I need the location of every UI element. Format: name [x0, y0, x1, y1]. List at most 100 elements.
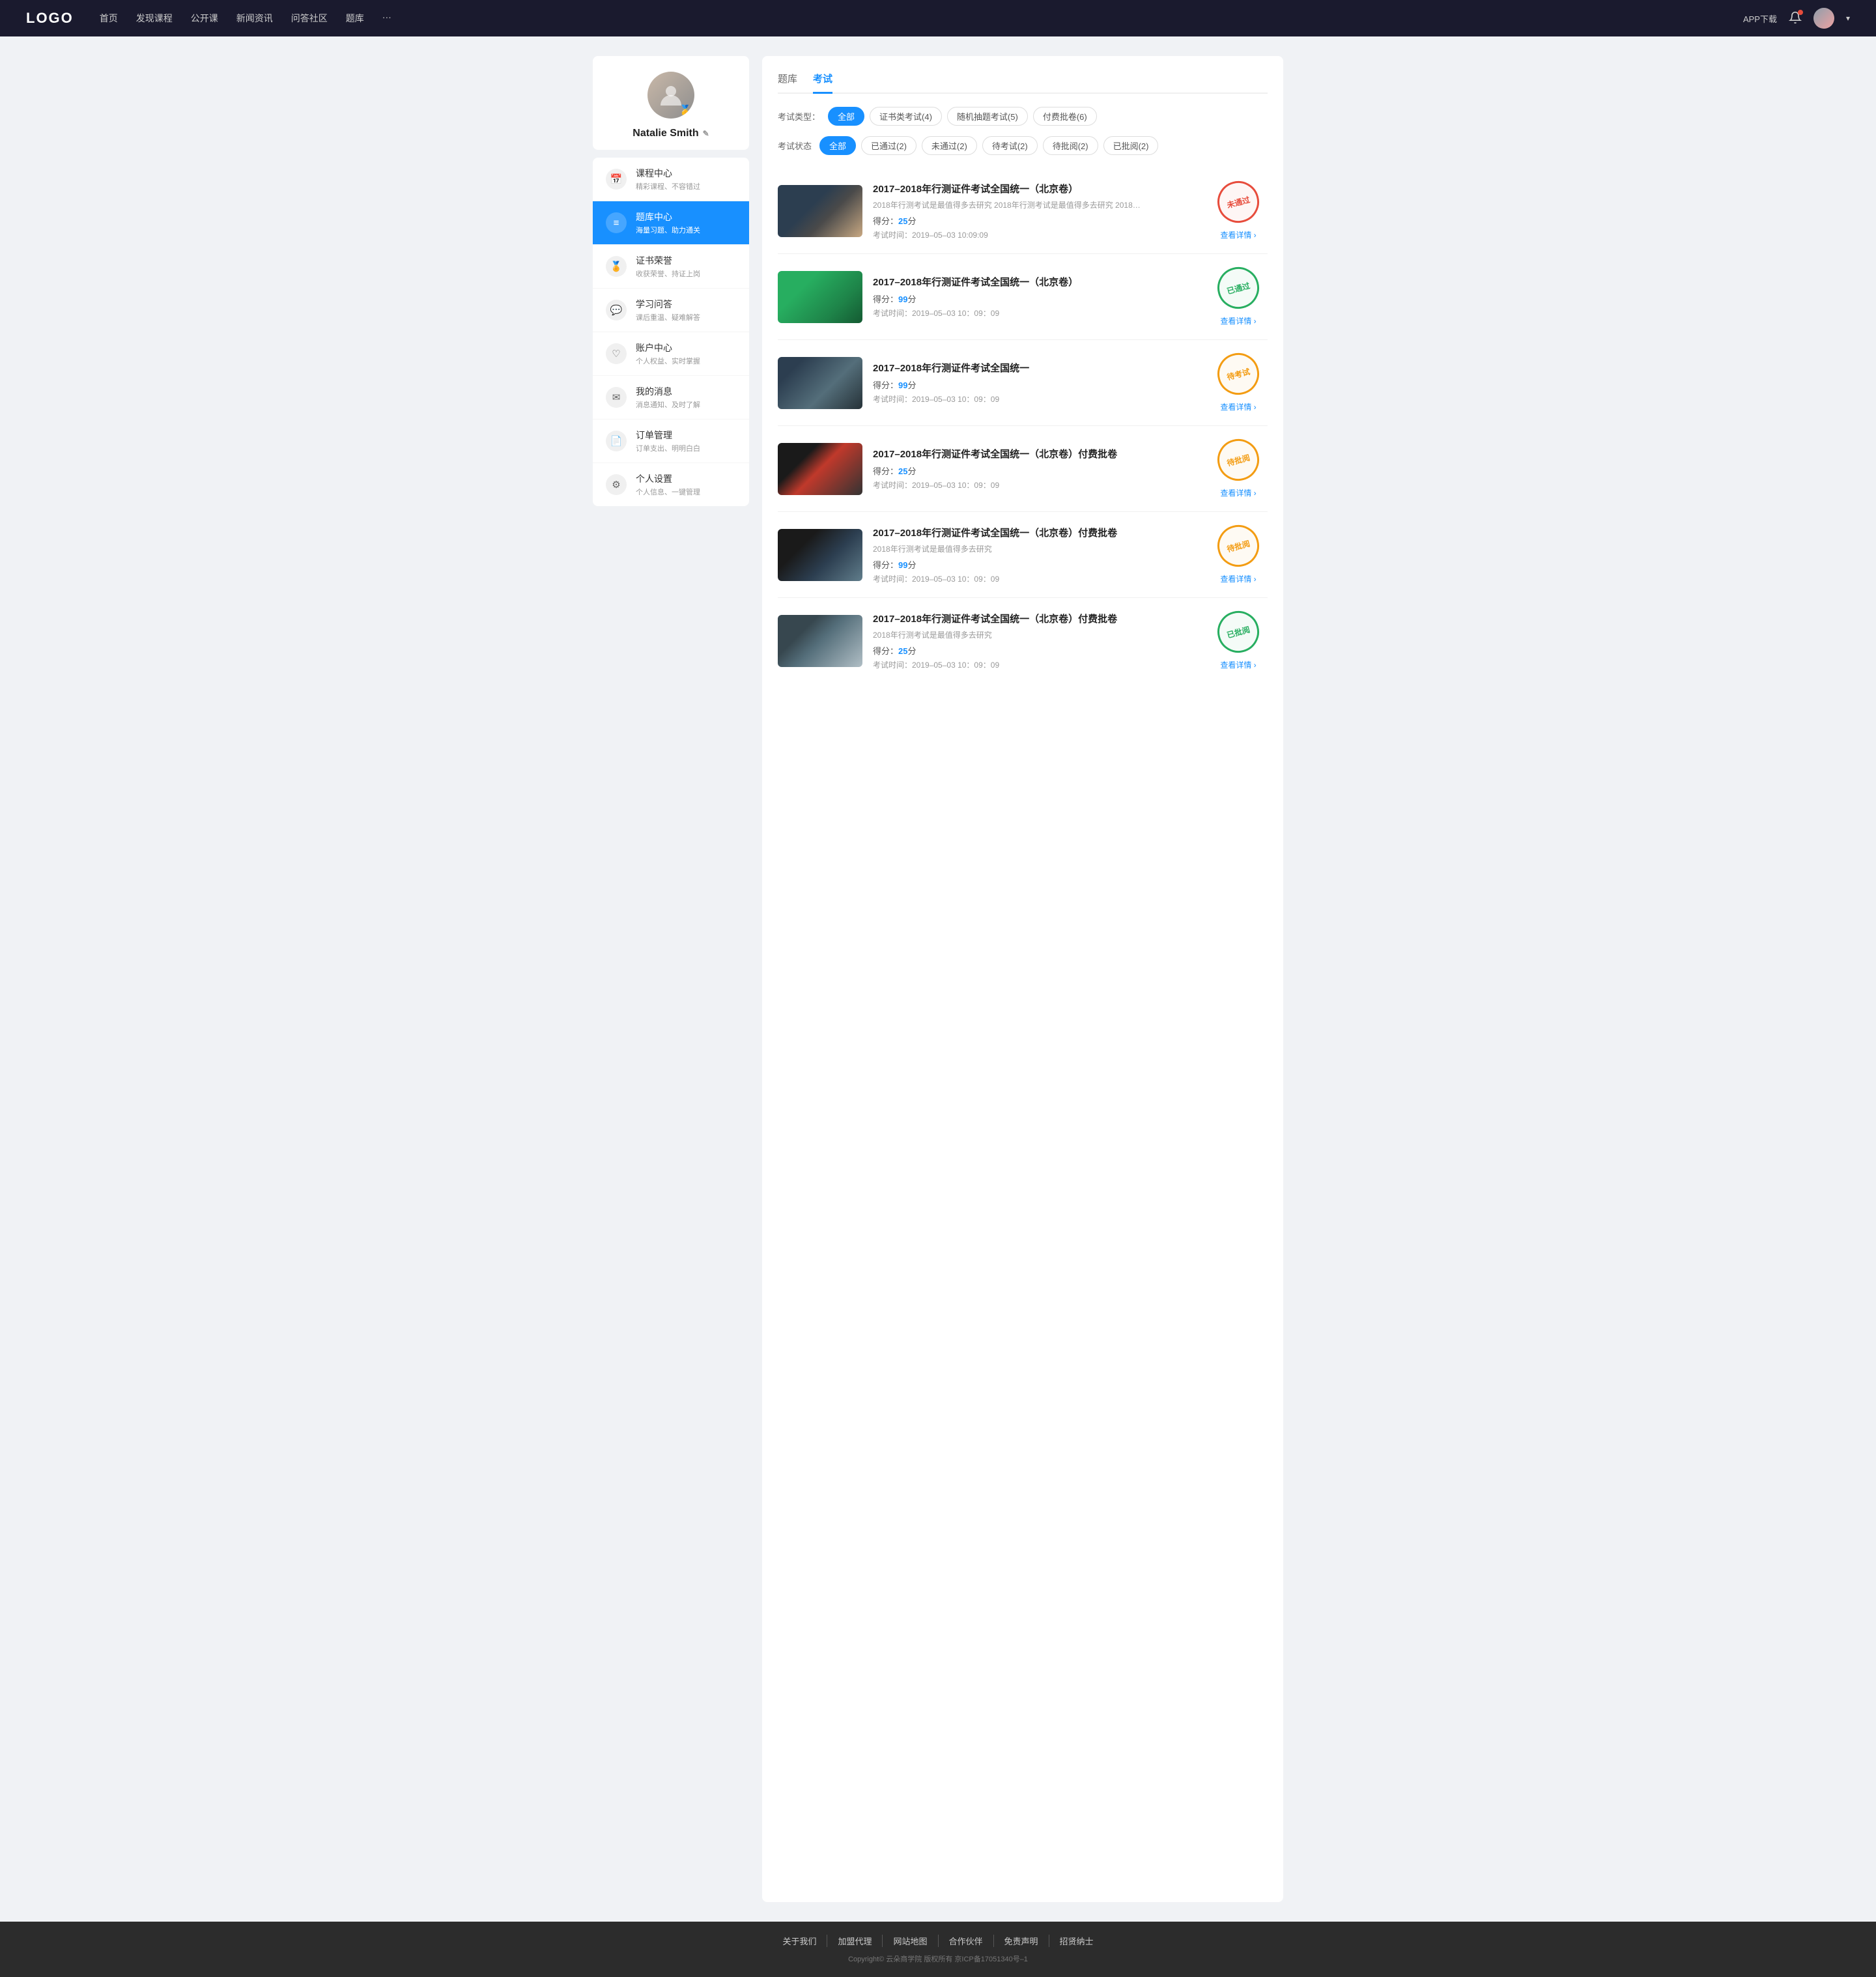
- status-filter-btn[interactable]: 全部: [819, 136, 856, 155]
- course-subtitle: 精彩课程、不容错过: [636, 181, 700, 192]
- sidebar-item-message[interactable]: ✉ 我的消息 消息通知、及时了解: [593, 376, 749, 420]
- nav-link[interactable]: 题库: [346, 12, 364, 25]
- exam-title: 2017–2018年行测证件考试全国统一（北京卷）付费批卷: [873, 447, 1199, 461]
- exam-title: 2017–2018年行测证件考试全国统一（北京卷）付费批卷: [873, 526, 1199, 539]
- sidebar-item-settings[interactable]: ⚙ 个人设置 个人信息、一键管理: [593, 463, 749, 506]
- footer-link[interactable]: 网站地图: [883, 1935, 938, 1947]
- status-filter-btn[interactable]: 已批阅(2): [1103, 136, 1159, 155]
- exam-thumb: [778, 443, 862, 495]
- sidebar-profile: 🥇 Natalie Smith ✎: [593, 56, 749, 150]
- view-detail-link[interactable]: 查看详情: [1220, 401, 1256, 412]
- footer-link[interactable]: 招贤纳士: [1049, 1935, 1104, 1947]
- status-filter-btn[interactable]: 待批阅(2): [1043, 136, 1098, 155]
- sidebar-menu: 📅 课程中心 精彩课程、不容错过 ≡ 题库中心 海量习题、助力通关 🏅 证书荣誉…: [593, 158, 749, 506]
- type-filter-row: 考试类型： 全部证书类考试(4)随机抽题考试(5)付费批卷(6): [778, 107, 1268, 126]
- exam-item: 2017–2018年行测证件考试全国统一（北京卷）付费批卷 2018年行测考试是…: [778, 598, 1268, 683]
- exam-desc: 2018年行测考试是最值得多去研究: [873, 543, 1146, 554]
- qa-texts: 学习问答 课后重温、疑难解答: [636, 298, 700, 322]
- message-texts: 我的消息 消息通知、及时了解: [636, 385, 700, 410]
- exam-time: 考试时间：2019–05–03 10：09：09: [873, 479, 1199, 491]
- settings-icon: ⚙: [606, 474, 627, 495]
- message-subtitle: 消息通知、及时了解: [636, 399, 700, 410]
- sidebar-item-cert[interactable]: 🏅 证书荣誉 收获荣誉、持证上岗: [593, 245, 749, 289]
- tab-题库[interactable]: 题库: [778, 72, 797, 94]
- footer-link[interactable]: 关于我们: [772, 1935, 827, 1947]
- status-stamp: 已批阅: [1213, 606, 1264, 657]
- exam-score: 得分：25分: [873, 464, 1199, 477]
- status-filter-btn[interactable]: 未通过(2): [922, 136, 977, 155]
- status-stamp: 已通过: [1213, 263, 1264, 313]
- exam-time: 考试时间：2019–05–03 10：09：09: [873, 573, 1199, 584]
- settings-subtitle: 个人信息、一键管理: [636, 487, 700, 497]
- type-filter-btn[interactable]: 全部: [828, 107, 864, 126]
- exam-item: 2017–2018年行测证件考试全国统一（北京卷）付费批卷 得分：25分 考试时…: [778, 426, 1268, 512]
- question-title: 题库中心: [636, 210, 700, 223]
- exam-info: 2017–2018年行测证件考试全国统一 得分：99分 考试时间：2019–05…: [873, 361, 1199, 405]
- message-icon: ✉: [606, 387, 627, 408]
- exam-title: 2017–2018年行测证件考试全国统一（北京卷）: [873, 182, 1199, 195]
- nav-link[interactable]: 公开课: [191, 12, 218, 25]
- sidebar-item-qa[interactable]: 💬 学习问答 课后重温、疑难解答: [593, 289, 749, 332]
- order-texts: 订单管理 订单支出、明明白白: [636, 429, 700, 453]
- view-detail-link[interactable]: 查看详情: [1220, 659, 1256, 670]
- nav-links: 首页 发现课程 公开课 新闻资讯 问答社区 题库 ···: [100, 12, 1743, 25]
- exam-score: 得分：99分: [873, 292, 1199, 305]
- footer: 关于我们加盟代理网站地图合作伙伴免责声明招贤纳士 Copyright© 云朵商学…: [0, 1922, 1876, 1977]
- sidebar-item-course[interactable]: 📅 课程中心 精彩课程、不容错过: [593, 158, 749, 201]
- view-detail-link[interactable]: 查看详情: [1220, 487, 1256, 498]
- type-filter-btn[interactable]: 付费批卷(6): [1033, 107, 1097, 126]
- avatar-nav[interactable]: [1813, 8, 1834, 29]
- type-filter-btn[interactable]: 证书类考试(4): [870, 107, 942, 126]
- tab-考试[interactable]: 考试: [813, 72, 832, 94]
- exam-action: 未通过 查看详情: [1209, 181, 1268, 240]
- nav-link[interactable]: 问答社区: [291, 12, 328, 25]
- cert-subtitle: 收获荣誉、持证上岗: [636, 268, 700, 279]
- exam-score-value: 25: [898, 646, 907, 656]
- exam-score: 得分：99分: [873, 378, 1199, 391]
- exam-title: 2017–2018年行测证件考试全国统一: [873, 361, 1199, 375]
- qa-title: 学习问答: [636, 298, 700, 311]
- nav-link[interactable]: 发现课程: [136, 12, 173, 25]
- sidebar-item-question[interactable]: ≡ 题库中心 海量习题、助力通关: [593, 201, 749, 245]
- course-texts: 课程中心 精彩课程、不容错过: [636, 167, 700, 192]
- footer-link[interactable]: 免责声明: [994, 1935, 1049, 1947]
- status-filter-row: 考试状态 全部已通过(2) 未通过(2) 待考试(2) 待批阅(2) 已批阅(2): [778, 136, 1268, 155]
- exam-desc: 2018年行测考试是最值得多去研究 2018年行测考试是最值得多去研究 2018…: [873, 199, 1146, 210]
- view-detail-link[interactable]: 查看详情: [1220, 315, 1256, 326]
- edit-icon[interactable]: ✎: [703, 129, 709, 138]
- exam-action: 待批阅 查看详情: [1209, 525, 1268, 584]
- nav-link[interactable]: 新闻资讯: [236, 12, 273, 25]
- nav-link[interactable]: ···: [382, 12, 391, 25]
- exam-info: 2017–2018年行测证件考试全国统一（北京卷） 2018年行测考试是最值得多…: [873, 182, 1199, 240]
- view-detail-link[interactable]: 查看详情: [1220, 573, 1256, 584]
- view-detail-link[interactable]: 查看详情: [1220, 229, 1256, 240]
- status-stamp: 待批阅: [1213, 520, 1264, 571]
- exam-info: 2017–2018年行测证件考试全国统一（北京卷）付费批卷 得分：25分 考试时…: [873, 447, 1199, 491]
- chevron-down-icon[interactable]: ▾: [1846, 14, 1850, 23]
- status-filter-btn[interactable]: 已通过(2): [861, 136, 917, 155]
- type-filter-btn[interactable]: 随机抽题考试(5): [947, 107, 1028, 126]
- avatar: 🥇: [647, 72, 694, 119]
- footer-link[interactable]: 合作伙伴: [939, 1935, 994, 1947]
- exam-info: 2017–2018年行测证件考试全国统一（北京卷）付费批卷 2018年行测考试是…: [873, 526, 1199, 584]
- bell-icon[interactable]: [1789, 11, 1802, 26]
- sidebar-item-order[interactable]: 📄 订单管理 订单支出、明明白白: [593, 420, 749, 463]
- status-filter-label: 考试状态: [778, 139, 812, 152]
- nav-link[interactable]: 首页: [100, 12, 118, 25]
- account-title: 账户中心: [636, 341, 700, 354]
- profile-name-text: Natalie Smith: [632, 128, 698, 139]
- footer-link[interactable]: 加盟代理: [827, 1935, 883, 1947]
- qa-subtitle: 课后重温、疑难解答: [636, 312, 700, 322]
- app-download[interactable]: APP下载: [1743, 12, 1777, 25]
- order-subtitle: 订单支出、明明白白: [636, 443, 700, 453]
- exam-action: 已通过 查看详情: [1209, 267, 1268, 326]
- exam-score-value: 25: [898, 216, 907, 226]
- exam-thumb: [778, 271, 862, 323]
- exam-item: 2017–2018年行测证件考试全国统一（北京卷） 2018年行测考试是最值得多…: [778, 168, 1268, 254]
- status-filter-btn[interactable]: 待考试(2): [982, 136, 1038, 155]
- order-icon: 📄: [606, 431, 627, 451]
- status-stamp: 待批阅: [1213, 434, 1264, 485]
- sidebar-item-account[interactable]: ♡ 账户中心 个人权益、实时掌握: [593, 332, 749, 376]
- navbar-right: APP下载 ▾: [1743, 8, 1850, 29]
- exam-info: 2017–2018年行测证件考试全国统一（北京卷） 得分：99分 考试时间：20…: [873, 275, 1199, 319]
